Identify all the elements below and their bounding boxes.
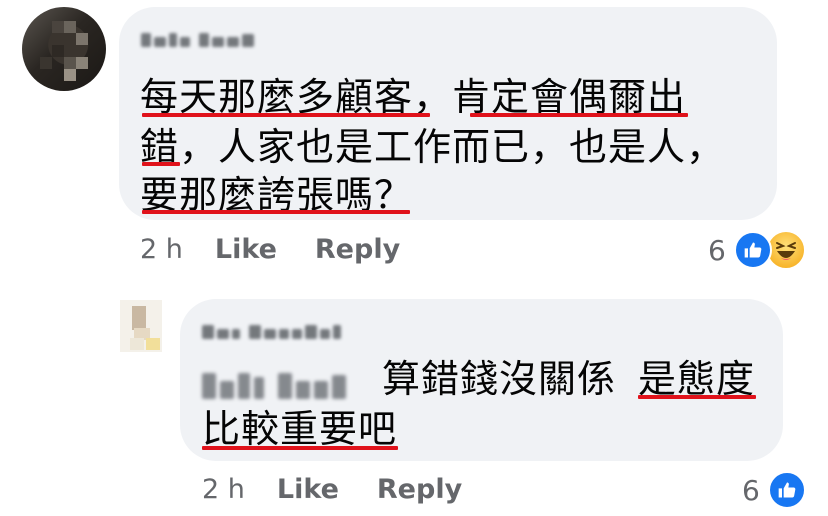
red-underline [470, 113, 688, 117]
comment-actions: 2 h Like Reply [202, 474, 500, 505]
reply-button[interactable]: Reply [315, 234, 400, 265]
timestamp[interactable]: 2 h [202, 474, 245, 505]
mentioned-name-redacted[interactable] [202, 365, 346, 399]
avatar[interactable] [22, 7, 106, 91]
like-icon [733, 231, 772, 269]
comment-text-segment: 算錯錢沒關係 [382, 357, 617, 401]
author-name-redacted[interactable] [202, 317, 341, 339]
comment-thread: 每天那麼多顧客，肯定會偶爾出 錯，人家也是工作而已，也是人， 要那麼誇張嗎？ 2… [0, 0, 828, 516]
reaction-summary[interactable]: 6 [742, 471, 806, 509]
reaction-count: 6 [742, 473, 760, 507]
like-icon [767, 471, 806, 509]
red-underline [638, 395, 756, 399]
reaction-summary[interactable]: 6 [708, 230, 806, 270]
reply-button[interactable]: Reply [377, 474, 462, 505]
red-underline [142, 162, 180, 166]
reaction-count: 6 [708, 233, 726, 267]
red-underline [142, 113, 430, 117]
avatar[interactable] [120, 300, 162, 352]
author-name-redacted[interactable] [141, 25, 254, 47]
like-button[interactable]: Like [277, 474, 339, 505]
like-button[interactable]: Like [215, 234, 277, 265]
comment-actions: 2 h Like Reply [140, 234, 438, 265]
red-underline [142, 210, 410, 214]
comment-text-line: 錯，人家也是工作而已，也是人， [140, 125, 726, 169]
timestamp[interactable]: 2 h [140, 234, 183, 265]
red-underline [202, 446, 398, 450]
haha-icon [765, 230, 806, 270]
